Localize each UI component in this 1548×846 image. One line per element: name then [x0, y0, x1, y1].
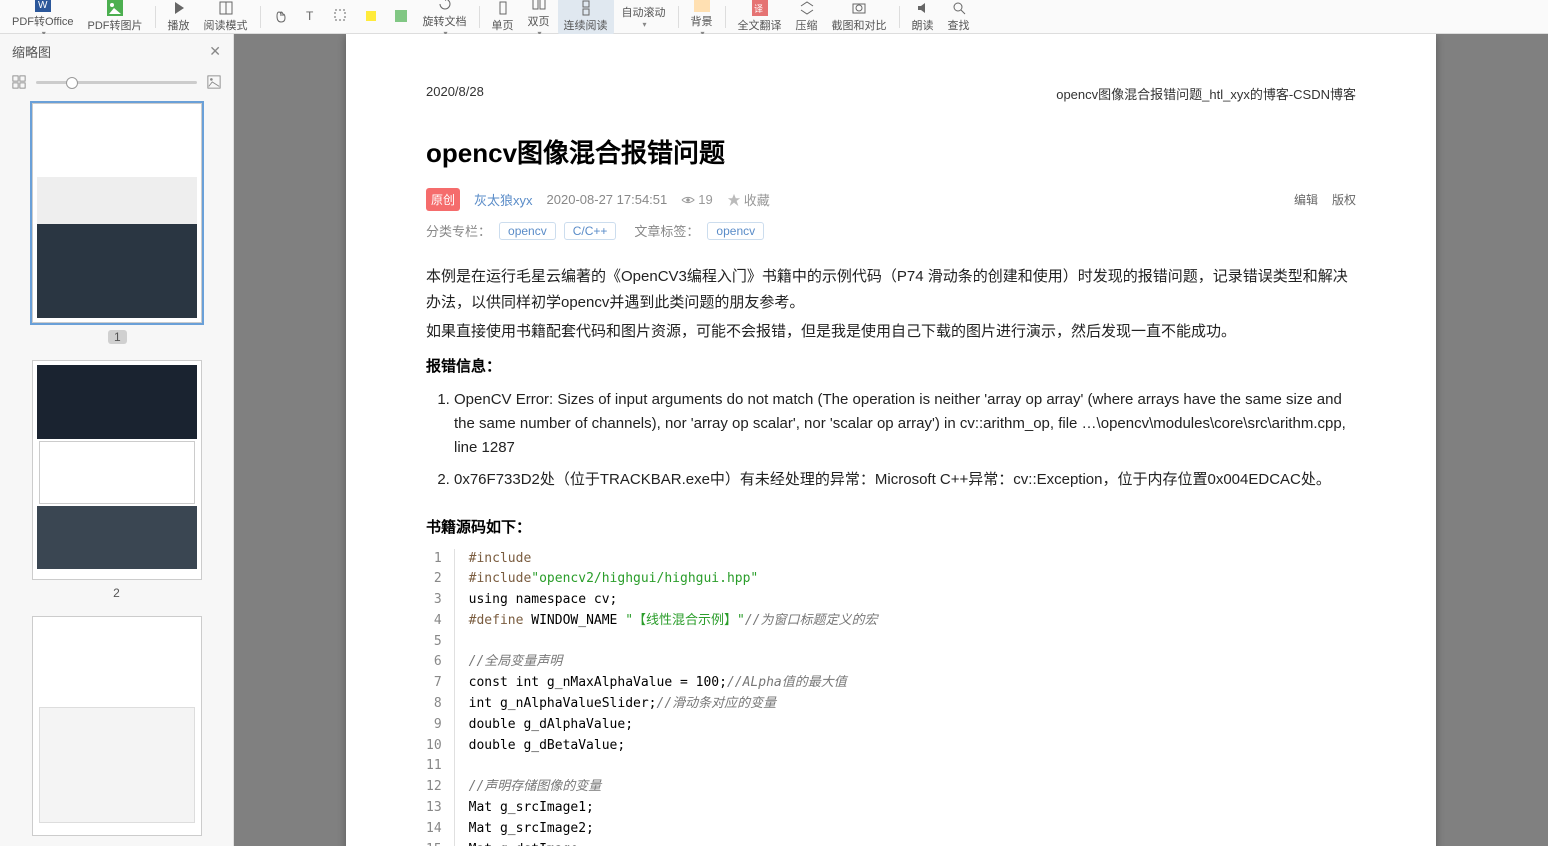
- icon-set-2[interactable]: T: [297, 6, 325, 27]
- author-link[interactable]: 灰太狼xyx: [474, 190, 533, 209]
- page-header: 2020/8/28 opencv图像混合报错问题_htl_xyx的博客-CSDN…: [426, 84, 1356, 103]
- picture-icon[interactable]: [207, 75, 221, 89]
- play-icon: [171, 0, 187, 16]
- category-label: 分类专栏：: [426, 221, 491, 240]
- document-viewer[interactable]: 2020/8/28 opencv图像混合报错问题_htl_xyx的博客-CSDN…: [234, 34, 1548, 846]
- publish-datetime: 2020-08-27 17:54:51: [547, 192, 668, 207]
- book-icon: [218, 0, 234, 16]
- play-button[interactable]: 播放: [162, 0, 196, 35]
- code-lines: #include#include"opencv2/highgui/highgui…: [455, 549, 878, 846]
- thumbnail-sidebar: 缩略图 ✕ 1 2: [0, 34, 234, 846]
- error-heading: 报错信息：: [426, 355, 1356, 376]
- close-icon[interactable]: ✕: [209, 43, 221, 60]
- original-badge: 原创: [426, 188, 460, 211]
- thumbnail-page-3[interactable]: [32, 616, 202, 836]
- error-list: OpenCV Error: Sizes of input arguments d…: [454, 388, 1356, 492]
- page-1: 2020/8/28 opencv图像混合报错问题_htl_xyx的博客-CSDN…: [346, 34, 1436, 846]
- pdf-to-image-button[interactable]: PDF转图片: [82, 0, 149, 35]
- page-title: opencv图像混合报错问题: [426, 133, 1356, 170]
- line-numbers: 12345678910111213141516171819: [426, 549, 455, 846]
- icon-set-4[interactable]: [357, 6, 385, 27]
- screenshot-button[interactable]: 截图和对比: [826, 0, 893, 35]
- text-select-icon: T: [303, 8, 319, 24]
- single-page-icon: [495, 0, 511, 16]
- svg-text:W: W: [38, 0, 48, 11]
- article-tag[interactable]: opencv: [707, 222, 764, 240]
- eye-icon: 19: [681, 192, 712, 207]
- favorite-button[interactable]: 收藏: [727, 190, 770, 209]
- thumb-number-1: 1: [30, 329, 203, 360]
- select-icon: [333, 8, 349, 24]
- reading-mode-button[interactable]: 阅读模式: [198, 0, 254, 35]
- meta-row: 原创 灰太狼xyx 2020-08-27 17:54:51 19 收藏 编辑 版…: [426, 188, 1356, 211]
- double-page-icon: [531, 0, 547, 12]
- star-icon: [727, 193, 741, 207]
- error-item-1: OpenCV Error: Sizes of input arguments d…: [454, 388, 1356, 460]
- thumb-number-2: 2: [30, 586, 203, 600]
- hand-icon: [273, 8, 289, 24]
- grid-icon[interactable]: [12, 75, 26, 89]
- sidebar-controls: [0, 69, 233, 95]
- thumb-size-slider[interactable]: [36, 81, 197, 84]
- category-row: 分类专栏： opencv C/C++ 文章标签： opencv: [426, 221, 1356, 240]
- sidebar-title: 缩略图: [12, 42, 51, 61]
- page-date: 2020/8/28: [426, 84, 484, 103]
- main-layout: 缩略图 ✕ 1 2: [0, 34, 1548, 846]
- sidebar-header: 缩略图 ✕: [0, 34, 233, 69]
- find-button[interactable]: 查找: [942, 0, 976, 35]
- icon-set-3[interactable]: [327, 6, 355, 27]
- paragraph-2: 如果直接使用书籍配套代码和图片资源，可能不会报错，但是我是使用自己下载的图片进行…: [426, 319, 1356, 345]
- tag-label: 文章标签：: [634, 221, 699, 240]
- note-icon: [393, 8, 409, 24]
- category-tag[interactable]: C/C++: [564, 222, 617, 240]
- search-icon: [951, 0, 967, 16]
- thumbnail-page-2[interactable]: [32, 360, 202, 580]
- auto-scroll-button[interactable]: 自动滚动▾: [616, 2, 672, 31]
- continuous-button[interactable]: 连续阅读: [558, 0, 614, 35]
- read-aloud-button[interactable]: 朗读: [906, 0, 940, 35]
- continuous-icon: [578, 0, 594, 16]
- compress-button[interactable]: 压缩: [790, 0, 824, 35]
- category-tag[interactable]: opencv: [499, 222, 556, 240]
- edit-link[interactable]: 编辑: [1294, 191, 1318, 208]
- word-icon: W: [35, 0, 51, 12]
- icon-set-1[interactable]: [267, 6, 295, 27]
- highlight-icon: [363, 8, 379, 24]
- page-header-right: opencv图像混合报错问题_htl_xyx的博客-CSDN博客: [1056, 84, 1356, 103]
- rotate-icon: [437, 0, 453, 12]
- speaker-icon: [915, 0, 931, 16]
- svg-text:T: T: [306, 9, 314, 23]
- paragraph-1: 本例是在运行毛星云编著的《OpenCV3编程入门》书籍中的示例代码（P74 滑动…: [426, 264, 1356, 315]
- error-item-2: 0x76F733D2处（位于TRACKBAR.exe中）有未经处理的异常：Mic…: [454, 468, 1356, 492]
- compress-icon: [799, 0, 815, 16]
- single-page-button[interactable]: 单页: [486, 0, 520, 35]
- translate-icon: 译: [752, 0, 768, 16]
- svg-text:译: 译: [754, 4, 763, 14]
- bg-icon: [694, 0, 710, 12]
- translate-button[interactable]: 译全文翻译: [732, 0, 788, 35]
- camera-icon: [851, 0, 867, 16]
- code-heading: 书籍源码如下：: [426, 516, 1356, 537]
- copyright-link[interactable]: 版权: [1332, 191, 1356, 208]
- thumbnail-list: 1 2: [0, 95, 233, 846]
- image-icon: [107, 0, 123, 16]
- toolbar: WPDF转Office▾ PDF转图片 播放 阅读模式 T 旋转文档▾ 单页 双…: [0, 0, 1548, 34]
- thumbnail-page-1[interactable]: [32, 103, 202, 323]
- icon-set-5[interactable]: [387, 6, 415, 27]
- code-block: 12345678910111213141516171819 #include#i…: [426, 549, 1356, 846]
